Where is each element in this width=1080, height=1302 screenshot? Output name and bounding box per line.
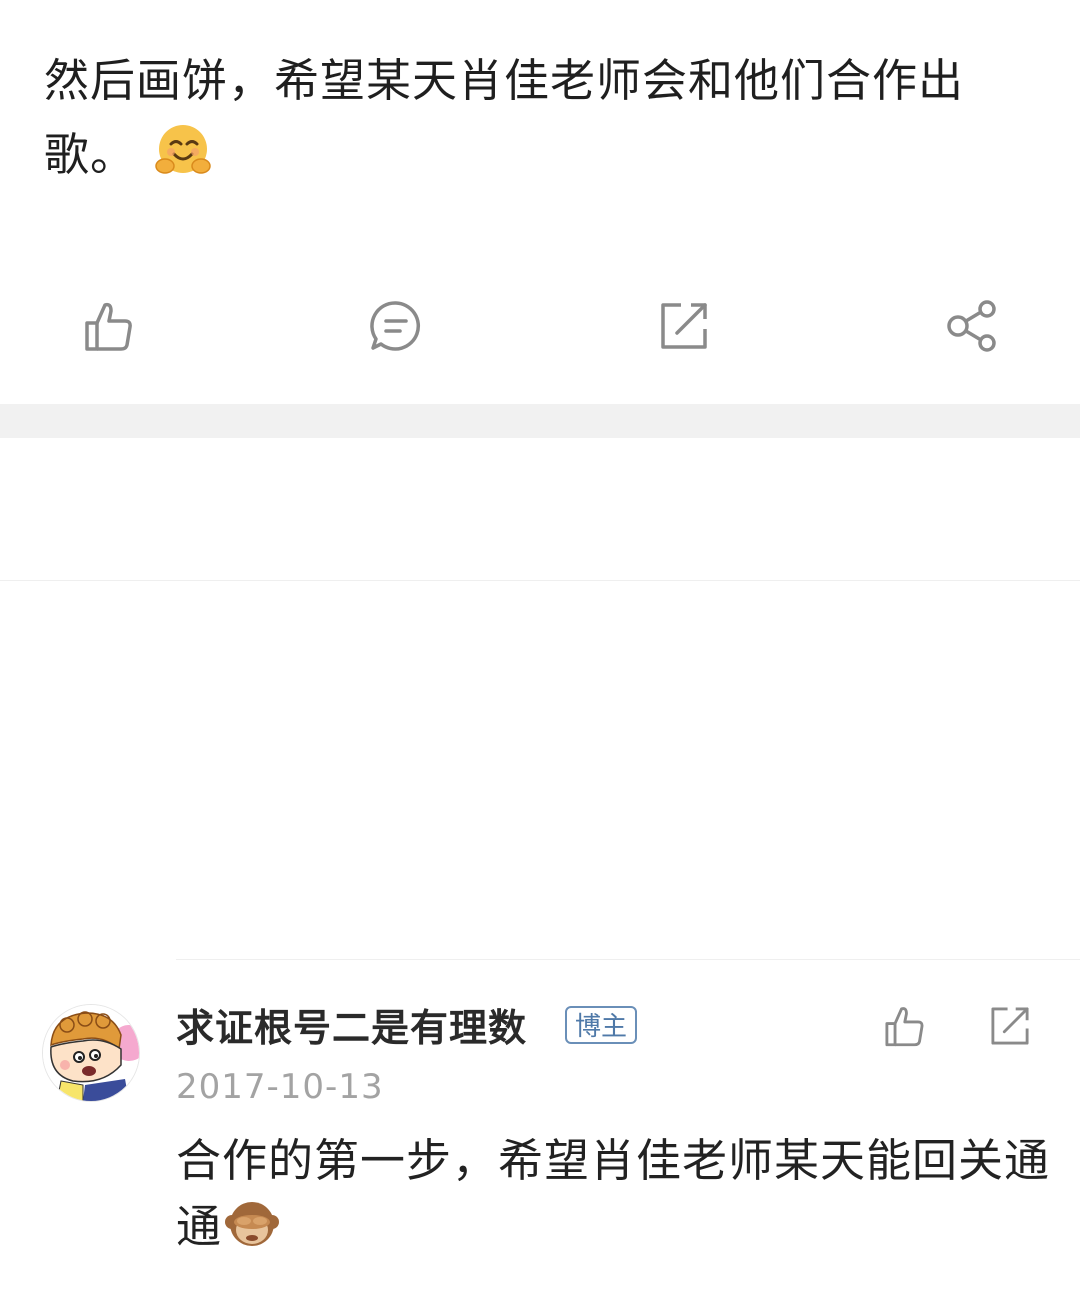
comment-like-button[interactable] [874,996,934,1056]
author-badge: 博主 [565,1006,638,1044]
post-text-block: 然后画饼，希望某天肖佳老师会和他们合作出歌。 [44,44,1034,202]
like-button[interactable] [58,276,158,376]
comment-date: 2017-10-13 [176,1067,384,1107]
repost-icon [661,303,707,349]
comment-username[interactable]: 求证根号二是有理数 [176,1002,527,1054]
avatar-image [43,1005,139,1101]
comment-text: 合作的第一步，希望肖佳老师某天能回关通通 [176,1134,1051,1253]
comment-button[interactable] [346,276,446,376]
thumbs-up-icon [85,302,132,351]
section-separator [0,404,1080,438]
hugging-face-emoji-icon [154,122,212,202]
divider [0,580,1080,581]
comment-reply-button[interactable] [980,996,1040,1056]
see-no-evil-monkey-emoji-icon [224,1196,280,1270]
comment-bubble-icon [370,301,421,351]
comment-text-block: 合作的第一步，希望肖佳老师某天能回关通通 [176,1128,1056,1270]
repost-button[interactable] [634,276,734,376]
repost-icon [991,1007,1029,1045]
comment-item: 求证根号二是有理数 博主 2017-10-13 合作的第一步，希望肖佳老师某天能… [0,960,1080,1302]
avatar[interactable] [42,1004,140,1102]
thumbs-up-icon [885,1007,924,1047]
share-icon [947,300,996,352]
post-action-bar [0,276,1080,376]
share-button[interactable] [922,276,1022,376]
